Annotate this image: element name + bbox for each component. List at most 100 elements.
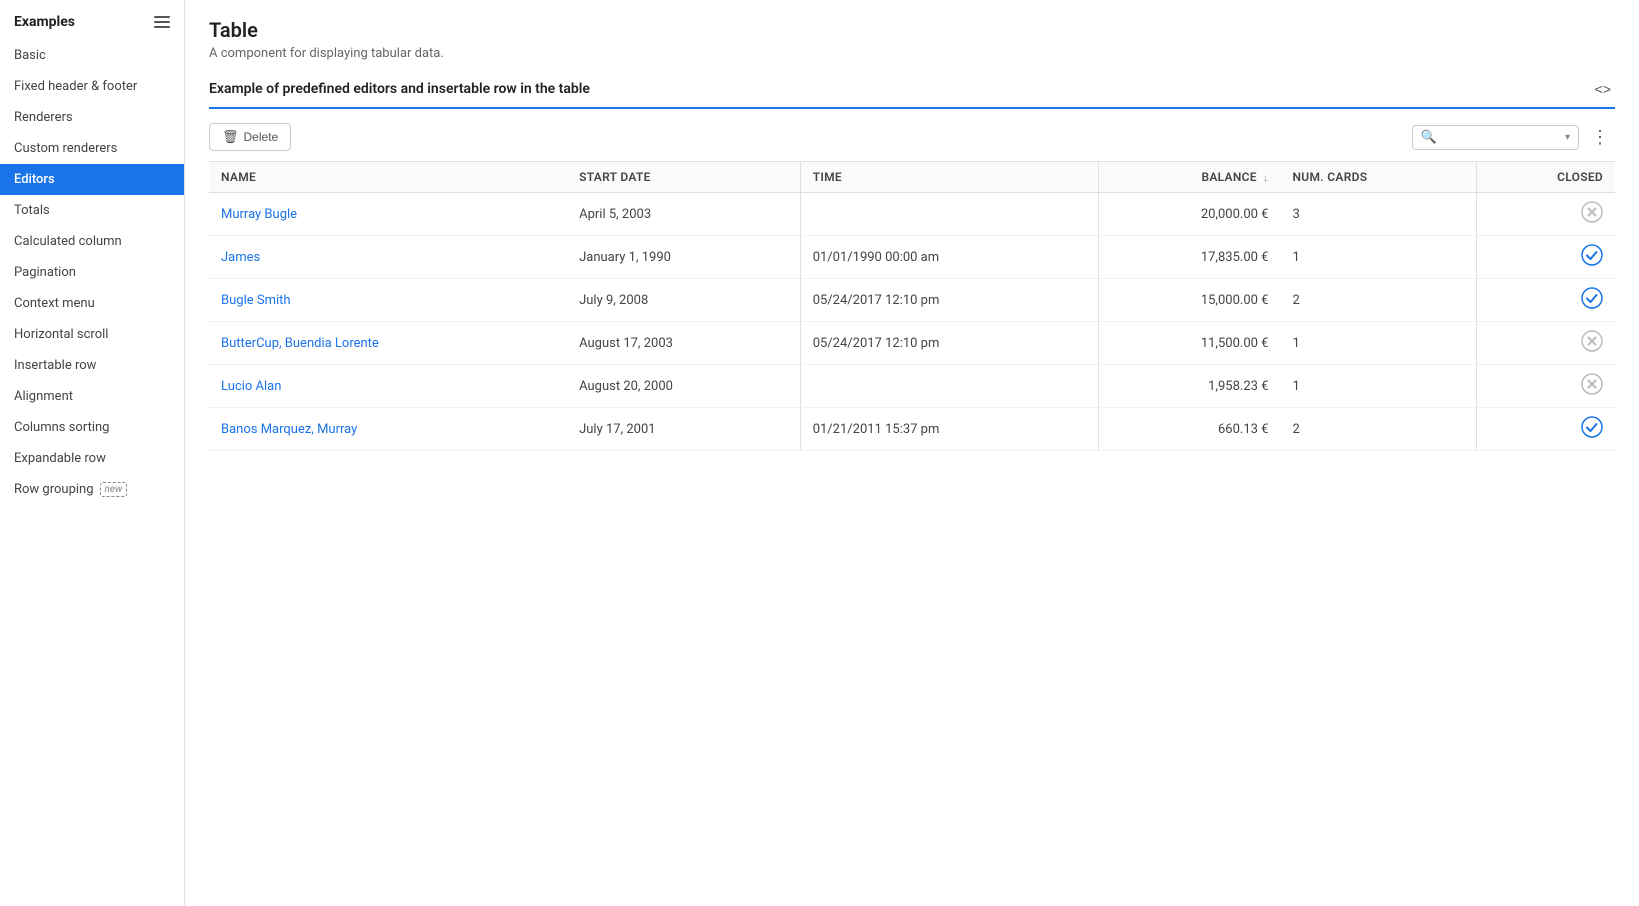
new-badge: new (100, 482, 128, 497)
sidebar-nav: Basic Fixed header & footer Renderers Custo… (0, 40, 184, 505)
sidebar-item-pagination[interactable]: Pagination (0, 257, 184, 288)
sidebar-item-alignment[interactable]: Alignment (0, 381, 184, 412)
cell-closed (1476, 279, 1615, 322)
table-row[interactable]: ButterCup, Buendia LorenteAugust 17, 200… (209, 322, 1615, 365)
page-subtitle: A component for displaying tabular data. (209, 46, 1615, 61)
cell-closed (1476, 193, 1615, 236)
sidebar-item-fixed-header-footer[interactable]: Fixed header & footer (0, 71, 184, 102)
col-header-name: Name (209, 162, 567, 193)
section-title: Example of predefined editors and insert… (209, 81, 590, 97)
cell-name: Lucio Alan (209, 365, 567, 408)
cell-balance: 11,500.00 € (1099, 322, 1281, 365)
cell-time: 05/24/2017 12:10 pm (800, 322, 1099, 365)
sidebar-item-label: Expandable row (14, 451, 106, 466)
sidebar-item-columns-sorting[interactable]: Columns sorting (0, 412, 184, 443)
sidebar-item-label: Basic (14, 48, 46, 63)
cell-closed (1476, 408, 1615, 451)
cell-closed (1476, 236, 1615, 279)
sidebar-item-expandable-row[interactable]: Expandable row (0, 443, 184, 474)
sidebar-item-context-menu[interactable]: Context menu (0, 288, 184, 319)
cross-icon (1581, 330, 1603, 352)
code-icon: <> (1595, 81, 1611, 97)
main-content: Table A component for displaying tabular… (185, 0, 1639, 906)
cell-balance: 15,000.00 € (1099, 279, 1281, 322)
search-input[interactable] (1441, 130, 1561, 144)
section-actions: <> (1591, 79, 1615, 99)
sidebar-item-label: Editors (14, 172, 55, 187)
table-row[interactable]: Banos Marquez, MurrayJuly 17, 200101/21/… (209, 408, 1615, 451)
search-icon: 🔍 (1421, 130, 1437, 145)
sidebar-item-label: Alignment (14, 389, 73, 404)
check-icon (1581, 287, 1603, 309)
cross-icon (1581, 373, 1603, 395)
sidebar-item-label: Renderers (14, 110, 73, 125)
delete-button[interactable]: 🗑 Delete (209, 123, 291, 151)
sidebar-header: Examples (0, 0, 184, 40)
search-dropdown-icon[interactable]: ▾ (1565, 132, 1570, 143)
sidebar-item-renderers[interactable]: Renderers (0, 102, 184, 133)
sidebar-item-label: Pagination (14, 265, 76, 280)
cell-time: 05/24/2017 12:10 pm (800, 279, 1099, 322)
cell-name: James (209, 236, 567, 279)
check-icon (1581, 416, 1603, 438)
more-options-button[interactable]: ⋮ (1585, 125, 1615, 150)
col-header-num_cards: Num. Cards (1280, 162, 1476, 193)
cell-name: ButterCup, Buendia Lorente (209, 322, 567, 365)
sidebar-item-horizontal-scroll[interactable]: Horizontal scroll (0, 319, 184, 350)
table-row[interactable]: JamesJanuary 1, 199001/01/1990 00:00 am1… (209, 236, 1615, 279)
table-row[interactable]: Lucio AlanAugust 20, 20001,958.23 €1 (209, 365, 1615, 408)
sidebar-item-label: Row grouping (14, 482, 94, 497)
cell-balance: 1,958.23 € (1099, 365, 1281, 408)
sidebar-item-label: Calculated column (14, 234, 122, 249)
col-header-closed: Closed (1476, 162, 1615, 193)
sidebar-item-custom-renderers[interactable]: Custom renderers (0, 133, 184, 164)
cell-num-cards: 2 (1280, 408, 1476, 451)
sidebar-item-calculated-column[interactable]: Calculated column (0, 226, 184, 257)
table-toolbar: 🗑 Delete 🔍 ▾ ⋮ (209, 123, 1615, 151)
sidebar-item-totals[interactable]: Totals (0, 195, 184, 226)
sidebar-item-basic[interactable]: Basic (0, 40, 184, 71)
sidebar-item-label: Columns sorting (14, 420, 109, 435)
search-box: 🔍 ▾ (1412, 125, 1579, 150)
cell-closed (1476, 365, 1615, 408)
sidebar-title: Examples (14, 14, 75, 30)
sort-icon: ↓ (1263, 173, 1268, 184)
col-header-balance[interactable]: Balance ↓ (1099, 162, 1281, 193)
cell-balance: 17,835.00 € (1099, 236, 1281, 279)
cell-name: Banos Marquez, Murray (209, 408, 567, 451)
sidebar-item-row-grouping[interactable]: Row grouping new (0, 474, 184, 505)
sidebar-item-label: Totals (14, 203, 50, 218)
cell-name: Murray Bugle (209, 193, 567, 236)
cell-start-date: August 17, 2003 (567, 322, 800, 365)
delete-label: Delete (244, 130, 279, 144)
cell-time (800, 193, 1099, 236)
cell-closed (1476, 322, 1615, 365)
hamburger-icon[interactable] (154, 16, 170, 28)
code-toggle-button[interactable]: <> (1591, 79, 1615, 99)
sidebar-item-insertable-row[interactable]: Insertable row (0, 350, 184, 381)
cell-num-cards: 1 (1280, 365, 1476, 408)
cell-balance: 20,000.00 € (1099, 193, 1281, 236)
table-row[interactable]: Murray BugleApril 5, 200320,000.00 €3 (209, 193, 1615, 236)
section-header: Example of predefined editors and insert… (209, 79, 1615, 109)
data-table: NameStart dateTIMEBalance ↓Num. CardsClo… (209, 161, 1615, 451)
cell-name: Bugle Smith (209, 279, 567, 322)
sidebar-item-editors[interactable]: Editors (0, 164, 184, 195)
sidebar-item-label: Horizontal scroll (14, 327, 108, 342)
table-row[interactable]: Bugle SmithJuly 9, 200805/24/2017 12:10 … (209, 279, 1615, 322)
col-header-start_date: Start date (567, 162, 800, 193)
cell-start-date: July 17, 2001 (567, 408, 800, 451)
cell-start-date: January 1, 1990 (567, 236, 800, 279)
col-header-time: TIME (800, 162, 1099, 193)
toolbar-left: 🗑 Delete (209, 123, 291, 151)
cross-icon (1581, 201, 1603, 223)
cell-num-cards: 2 (1280, 279, 1476, 322)
cell-start-date: April 5, 2003 (567, 193, 800, 236)
cell-num-cards: 1 (1280, 236, 1476, 279)
sidebar-item-label: Fixed header & footer (14, 79, 137, 94)
sidebar-item-label: Context menu (14, 296, 95, 311)
cell-start-date: July 9, 2008 (567, 279, 800, 322)
delete-icon: 🗑 (222, 129, 239, 145)
toolbar-right: 🔍 ▾ ⋮ (1412, 125, 1615, 150)
check-icon (1581, 244, 1603, 266)
